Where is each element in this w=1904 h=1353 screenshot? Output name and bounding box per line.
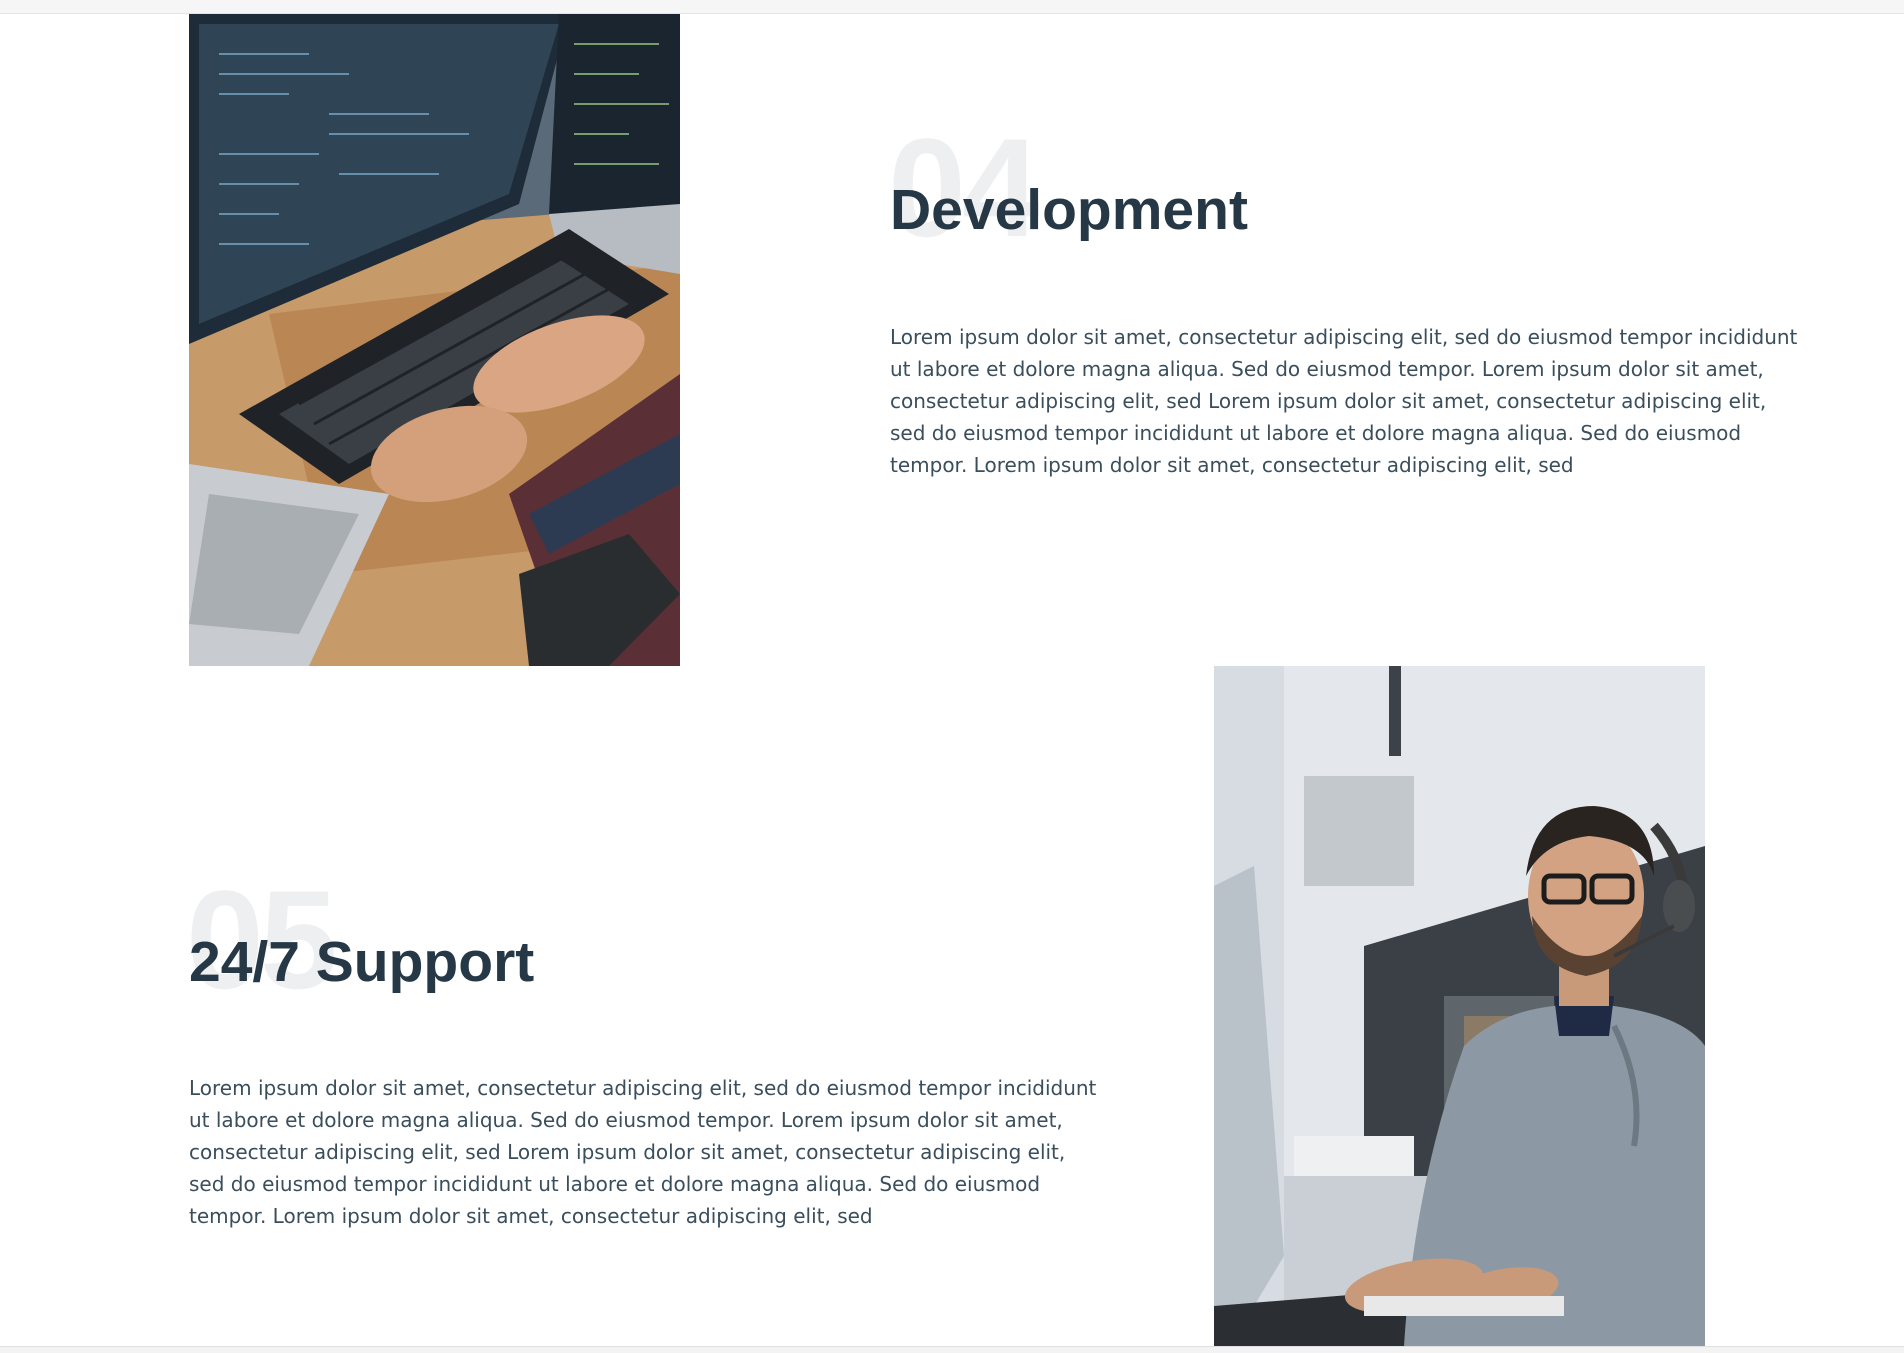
section-description-development: Lorem ipsum dolor sit amet, consectetur … <box>890 321 1797 481</box>
description-line: Lorem ipsum dolor sit amet, consectetur … <box>890 325 1798 349</box>
section-title-support: 24/7 Support <box>189 930 535 994</box>
description-line: tempor. Lorem ipsum dolor sit amet, cons… <box>890 453 1574 477</box>
description-line: tempor. Lorem ipsum dolor sit amet, cons… <box>189 1204 873 1228</box>
section-description-support: Lorem ipsum dolor sit amet, consectetur … <box>189 1072 1096 1232</box>
description-line: consectetur adipiscing elit, sed Lorem i… <box>890 389 1767 413</box>
description-line: ut labore et dolore magna aliqua. Sed do… <box>189 1108 1063 1132</box>
description-line: sed do eiusmod tempor incididunt ut labo… <box>189 1172 1041 1196</box>
description-line: consectetur adipiscing elit, sed Lorem i… <box>189 1140 1066 1164</box>
development-photo <box>189 14 680 666</box>
description-line: Lorem ipsum dolor sit amet, consectetur … <box>189 1076 1097 1100</box>
support-agent-photo <box>1214 666 1705 1346</box>
section-title-development: Development <box>890 178 1248 242</box>
top-divider <box>0 0 1904 14</box>
description-line: sed do eiusmod tempor incididunt ut labo… <box>890 421 1742 445</box>
description-line: ut labore et dolore magna aliqua. Sed do… <box>890 357 1764 381</box>
